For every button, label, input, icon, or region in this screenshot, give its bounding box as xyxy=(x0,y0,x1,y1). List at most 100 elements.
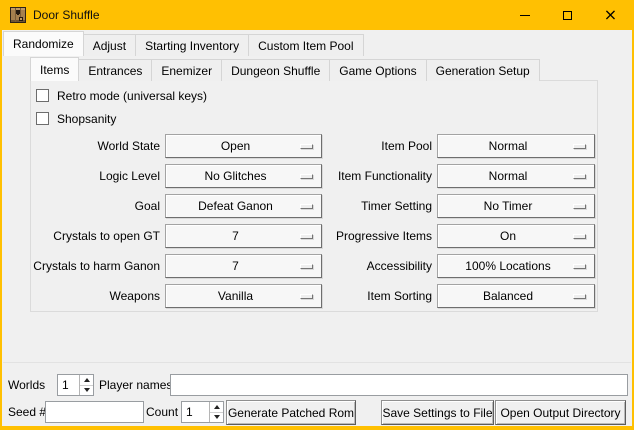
dropdown-indicator-icon xyxy=(573,144,586,149)
main-tab-bar: Randomize Adjust Starting Inventory Cust… xyxy=(3,31,364,56)
item-functionality-dropdown[interactable]: Normal xyxy=(437,164,595,188)
shopsanity-label: Shopsanity xyxy=(57,112,116,126)
maximize-icon xyxy=(563,11,572,20)
dropdown-indicator-icon xyxy=(573,174,586,179)
spin-down-button[interactable] xyxy=(210,413,223,423)
seed-input[interactable] xyxy=(45,401,144,423)
minimize-button[interactable] xyxy=(503,0,546,30)
logic-level-label: Logic Level xyxy=(32,164,160,188)
weapons-value: Vanilla xyxy=(218,289,253,303)
spin-down-button[interactable] xyxy=(80,386,93,396)
tab-entrances[interactable]: Entrances xyxy=(78,59,152,81)
goal-label: Goal xyxy=(32,194,160,218)
item-functionality-value: Normal xyxy=(489,169,528,183)
crystals-ganon-label: Crystals to harm Ganon xyxy=(32,254,160,278)
tab-dungeon-shuffle-label: Dungeon Shuffle xyxy=(231,64,320,78)
close-button[interactable]: × xyxy=(589,0,632,30)
worlds-value: 1 xyxy=(62,375,69,395)
generate-patched-rom-button[interactable]: Generate Patched Rom xyxy=(226,400,356,425)
spin-up-button[interactable] xyxy=(210,402,223,413)
item-pool-dropdown[interactable]: Normal xyxy=(437,134,595,158)
progressive-items-dropdown[interactable]: On xyxy=(437,224,595,248)
accessibility-label: Accessibility xyxy=(302,254,432,278)
arrow-up-icon xyxy=(214,405,220,409)
tab-starting-inventory-label: Starting Inventory xyxy=(145,39,239,53)
spin-up-button[interactable] xyxy=(80,375,93,386)
arrow-down-icon xyxy=(84,388,90,392)
count-spinner[interactable]: 1 xyxy=(181,401,224,423)
progressive-items-value: On xyxy=(500,229,516,243)
weapons-label: Weapons xyxy=(32,284,160,308)
item-pool-value: Normal xyxy=(489,139,528,153)
retro-mode-checkbox[interactable] xyxy=(36,89,49,102)
goal-dropdown[interactable]: Defeat Ganon xyxy=(165,194,322,218)
timer-setting-dropdown[interactable]: No Timer xyxy=(437,194,595,218)
tab-generation-setup-label: Generation Setup xyxy=(436,64,530,78)
dropdown-indicator-icon xyxy=(573,264,586,269)
window-controls: × xyxy=(503,0,632,30)
retro-mode-row: Retro mode (universal keys) xyxy=(36,87,207,104)
maximize-button[interactable] xyxy=(546,0,589,30)
notebook-bottom-edge xyxy=(3,362,631,363)
tab-adjust-label: Adjust xyxy=(93,39,126,53)
tab-generation-setup[interactable]: Generation Setup xyxy=(426,59,540,81)
accessibility-dropdown[interactable]: 100% Locations xyxy=(437,254,595,278)
crystals-gt-value: 7 xyxy=(232,229,239,243)
spinner-arrows xyxy=(209,402,223,422)
tab-custom-item-pool[interactable]: Custom Item Pool xyxy=(248,34,363,56)
item-sorting-value: Balanced xyxy=(483,289,533,303)
minimize-icon xyxy=(520,15,530,16)
close-icon: × xyxy=(604,7,617,23)
goal-value: Defeat Ganon xyxy=(198,199,273,213)
spinner-arrows xyxy=(79,375,93,395)
crystals-ganon-dropdown[interactable]: 7 xyxy=(165,254,322,278)
item-functionality-label: Item Functionality xyxy=(302,164,432,188)
tab-game-options-label: Game Options xyxy=(339,64,416,78)
item-pool-label: Item Pool xyxy=(302,134,432,158)
item-sorting-dropdown[interactable]: Balanced xyxy=(437,284,595,308)
door-icon xyxy=(10,7,26,23)
open-output-directory-button[interactable]: Open Output Directory xyxy=(495,400,626,425)
crystals-gt-dropdown[interactable]: 7 xyxy=(165,224,322,248)
seed-label: Seed # xyxy=(8,401,46,423)
item-sorting-label: Item Sorting xyxy=(302,284,432,308)
shopsanity-checkbox[interactable] xyxy=(36,112,49,125)
weapons-dropdown[interactable]: Vanilla xyxy=(165,284,322,308)
tab-enemizer-label: Enemizer xyxy=(161,64,212,78)
arrow-down-icon xyxy=(214,415,220,419)
count-label: Count xyxy=(146,401,178,423)
logic-level-dropdown[interactable]: No Glitches xyxy=(165,164,322,188)
tab-game-options[interactable]: Game Options xyxy=(329,59,426,81)
titlebar: Door Shuffle × xyxy=(0,0,634,30)
shopsanity-row: Shopsanity xyxy=(36,110,116,127)
count-value: 1 xyxy=(186,402,193,422)
tab-adjust[interactable]: Adjust xyxy=(83,34,136,56)
world-state-label: World State xyxy=(32,134,160,158)
tab-randomize-label: Randomize xyxy=(13,37,74,51)
worlds-spinner[interactable]: 1 xyxy=(57,374,94,396)
worlds-label: Worlds xyxy=(8,374,45,396)
timer-setting-value: No Timer xyxy=(484,199,533,213)
crystals-gt-label: Crystals to open GT xyxy=(32,224,160,248)
logic-level-value: No Glitches xyxy=(204,169,266,183)
timer-setting-label: Timer Setting xyxy=(302,194,432,218)
player-names-input[interactable] xyxy=(170,374,628,396)
tab-starting-inventory[interactable]: Starting Inventory xyxy=(135,34,249,56)
client-area: Randomize Adjust Starting Inventory Cust… xyxy=(2,30,632,426)
tab-entrances-label: Entrances xyxy=(88,64,142,78)
tab-items-label: Items xyxy=(40,63,69,77)
accessibility-value: 100% Locations xyxy=(465,259,550,273)
dropdown-indicator-icon xyxy=(573,234,586,239)
crystals-ganon-value: 7 xyxy=(232,259,239,273)
tab-randomize[interactable]: Randomize xyxy=(3,31,84,56)
save-settings-button[interactable]: Save Settings to File xyxy=(381,400,494,425)
tab-custom-item-pool-label: Custom Item Pool xyxy=(258,39,353,53)
tab-dungeon-shuffle[interactable]: Dungeon Shuffle xyxy=(221,59,330,81)
sub-tab-bar: Items Entrances Enemizer Dungeon Shuffle… xyxy=(30,57,540,81)
tab-items[interactable]: Items xyxy=(30,57,79,81)
world-state-value: Open xyxy=(221,139,250,153)
world-state-dropdown[interactable]: Open xyxy=(165,134,322,158)
dropdown-indicator-icon xyxy=(573,294,586,299)
window: Door Shuffle × Randomize Adjust Starting… xyxy=(0,0,634,430)
tab-enemizer[interactable]: Enemizer xyxy=(151,59,222,81)
